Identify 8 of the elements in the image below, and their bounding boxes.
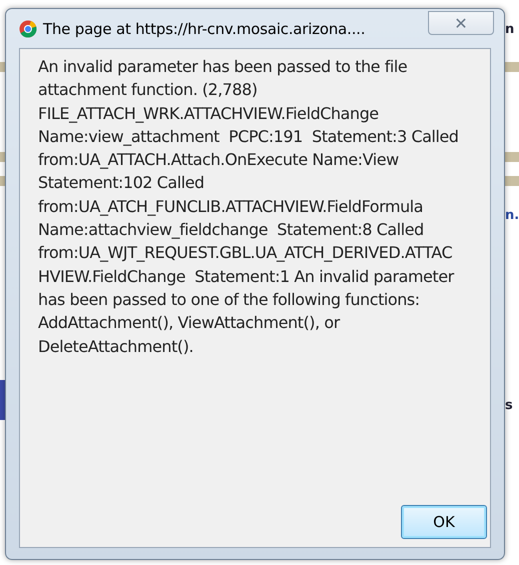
page-text: s (505, 398, 513, 413)
error-message: An invalid parameter has been passed to the file attachment function. (2,788) FILE_ATTACH_WRK.ATTACHVIEW.FieldChange Name:view_attachment PCPC:191 Statement:3 Called from:UA_ATTACH.Attach.OnExecute Name:View Statement:102 Called from:UA_ATCH_FUNCLIB.ATTACHVIEW.FieldFormula Name:attachview_fieldchange Statement:8 Called from:UA_WJT_REQUEST.GBL.UA_ATCH_DERIVED.ATTACHVIEW.FieldChange Statement:1 An invalid parameter has been passed to one of the following functions: AddAttachment(), ViewAttachment(), or DeleteAttachment(). (38, 56, 460, 358)
close-button[interactable]: ✕ (428, 11, 494, 35)
browser-logo-icon (19, 20, 37, 38)
ok-button[interactable]: OK (401, 505, 487, 539)
page-text: n (505, 22, 514, 37)
dialog-title: The page at https://hr-cnv.mosaic.arizona.... (43, 20, 366, 38)
page-text: n. (505, 208, 519, 223)
